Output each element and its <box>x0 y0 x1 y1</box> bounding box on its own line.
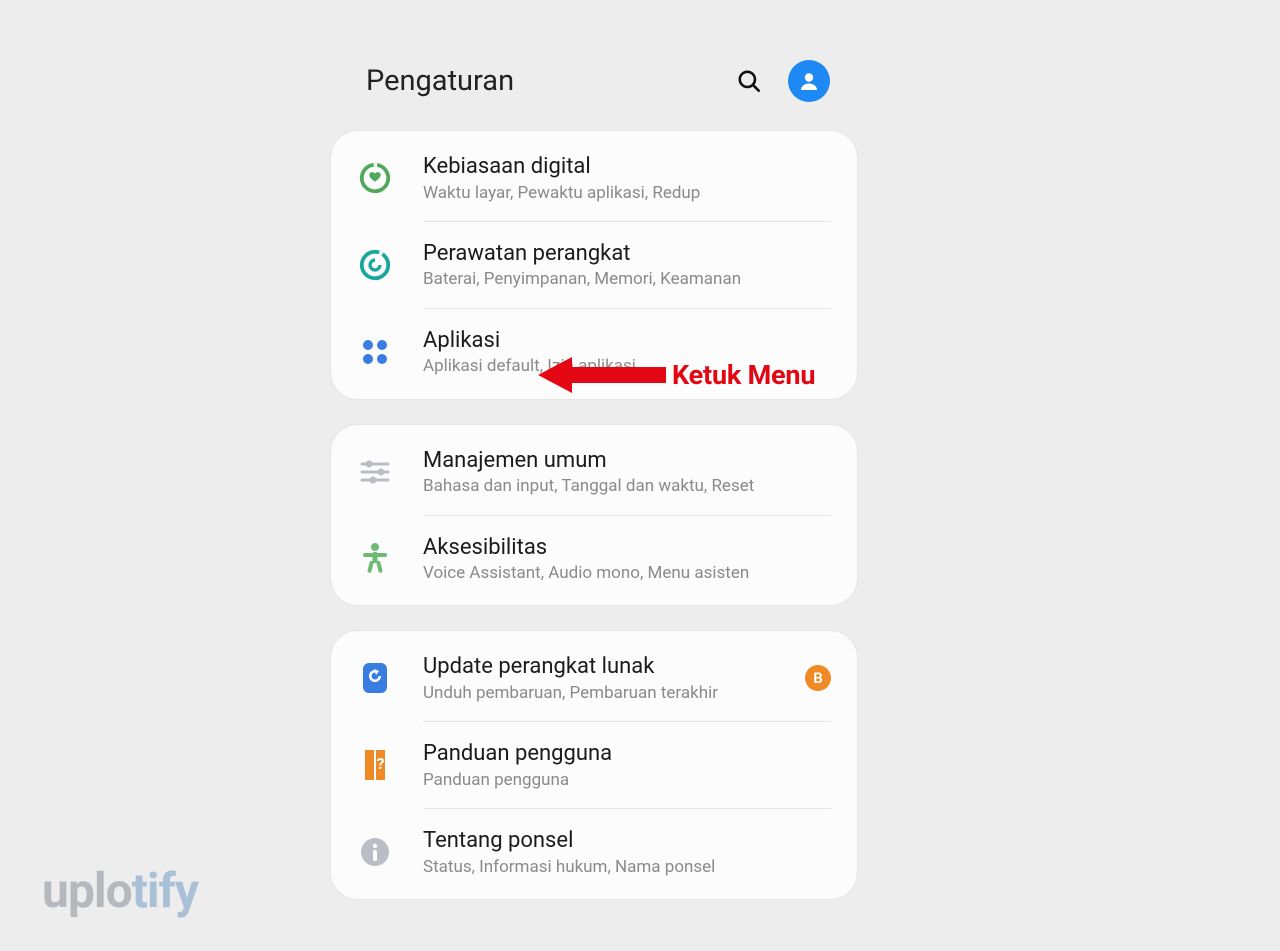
settings-item-subtitle: Baterai, Penyimpanan, Memori, Keamanan <box>423 269 831 289</box>
device-care-icon <box>357 247 393 283</box>
settings-item-text: Tentang ponsel Status, Informasi hukum, … <box>423 827 831 877</box>
apps-icon <box>357 334 393 370</box>
settings-item-text: Aksesibilitas Voice Assistant, Audio mon… <box>423 534 831 584</box>
settings-group: Update perangkat lunak Unduh pembaruan, … <box>330 630 858 900</box>
digital-wellbeing-icon <box>357 160 393 196</box>
settings-item-aplikasi[interactable]: Aplikasi Aplikasi default, Izin aplikasi <box>331 309 857 395</box>
settings-item-text: Perawatan perangkat Baterai, Penyimpanan… <box>423 240 831 290</box>
settings-item-subtitle: Bahasa dan input, Tanggal dan waktu, Res… <box>423 476 831 496</box>
settings-item-text: Aplikasi Aplikasi default, Izin aplikasi <box>423 327 831 377</box>
accessibility-icon <box>357 541 393 577</box>
settings-item-panduan[interactable]: ? Panduan pengguna Panduan pengguna <box>331 722 857 808</box>
settings-item-subtitle: Aplikasi default, Izin aplikasi <box>423 356 831 376</box>
settings-item-title: Kebiasaan digital <box>423 153 831 181</box>
profile-icon[interactable] <box>788 60 830 102</box>
update-icon <box>357 660 393 696</box>
settings-item-subtitle: Panduan pengguna <box>423 770 831 790</box>
settings-item-update[interactable]: Update perangkat lunak Unduh pembaruan, … <box>331 635 857 721</box>
settings-screen: Pengaturan Kebiasaan <box>330 0 858 924</box>
settings-group: Manajemen umum Bahasa dan input, Tanggal… <box>330 424 858 607</box>
watermark-part1: uplo <box>42 862 132 919</box>
settings-item-title: Update perangkat lunak <box>423 653 797 681</box>
settings-item-title: Tentang ponsel <box>423 827 831 855</box>
sliders-icon <box>357 454 393 490</box>
settings-group: Kebiasaan digital Waktu layar, Pewaktu a… <box>330 130 858 400</box>
settings-item-perawatan-perangkat[interactable]: Perawatan perangkat Baterai, Penyimpanan… <box>331 222 857 308</box>
update-badge: B <box>805 665 831 691</box>
settings-item-subtitle: Status, Informasi hukum, Nama ponsel <box>423 857 831 877</box>
settings-item-subtitle: Unduh pembaruan, Pembaruan terakhir <box>423 683 797 703</box>
settings-item-text: Update perangkat lunak Unduh pembaruan, … <box>423 653 797 703</box>
settings-item-title: Aksesibilitas <box>423 534 831 562</box>
watermark: uplotify <box>42 862 198 919</box>
settings-item-text: Kebiasaan digital Waktu layar, Pewaktu a… <box>423 153 831 203</box>
settings-item-title: Panduan pengguna <box>423 740 831 768</box>
settings-item-title: Aplikasi <box>423 327 831 355</box>
settings-item-manajemen-umum[interactable]: Manajemen umum Bahasa dan input, Tanggal… <box>331 429 857 515</box>
settings-item-subtitle: Voice Assistant, Audio mono, Menu asiste… <box>423 563 831 583</box>
settings-item-title: Perawatan perangkat <box>423 240 831 268</box>
header: Pengaturan <box>330 0 858 130</box>
settings-item-kebiasaan-digital[interactable]: Kebiasaan digital Waktu layar, Pewaktu a… <box>331 135 857 221</box>
settings-item-text: Panduan pengguna Panduan pengguna <box>423 740 831 790</box>
settings-item-aksesibilitas[interactable]: Aksesibilitas Voice Assistant, Audio mon… <box>331 516 857 602</box>
info-icon <box>357 834 393 870</box>
settings-item-title: Manajemen umum <box>423 447 831 475</box>
watermark-part2: tify <box>132 862 198 919</box>
settings-item-tentang-ponsel[interactable]: Tentang ponsel Status, Informasi hukum, … <box>331 809 857 895</box>
settings-item-subtitle: Waktu layar, Pewaktu aplikasi, Redup <box>423 183 831 203</box>
search-icon[interactable] <box>734 66 764 96</box>
svg-text:?: ? <box>377 754 385 773</box>
page-title: Pengaturan <box>366 64 734 98</box>
settings-item-text: Manajemen umum Bahasa dan input, Tanggal… <box>423 447 831 497</box>
guide-icon: ? <box>357 747 393 783</box>
